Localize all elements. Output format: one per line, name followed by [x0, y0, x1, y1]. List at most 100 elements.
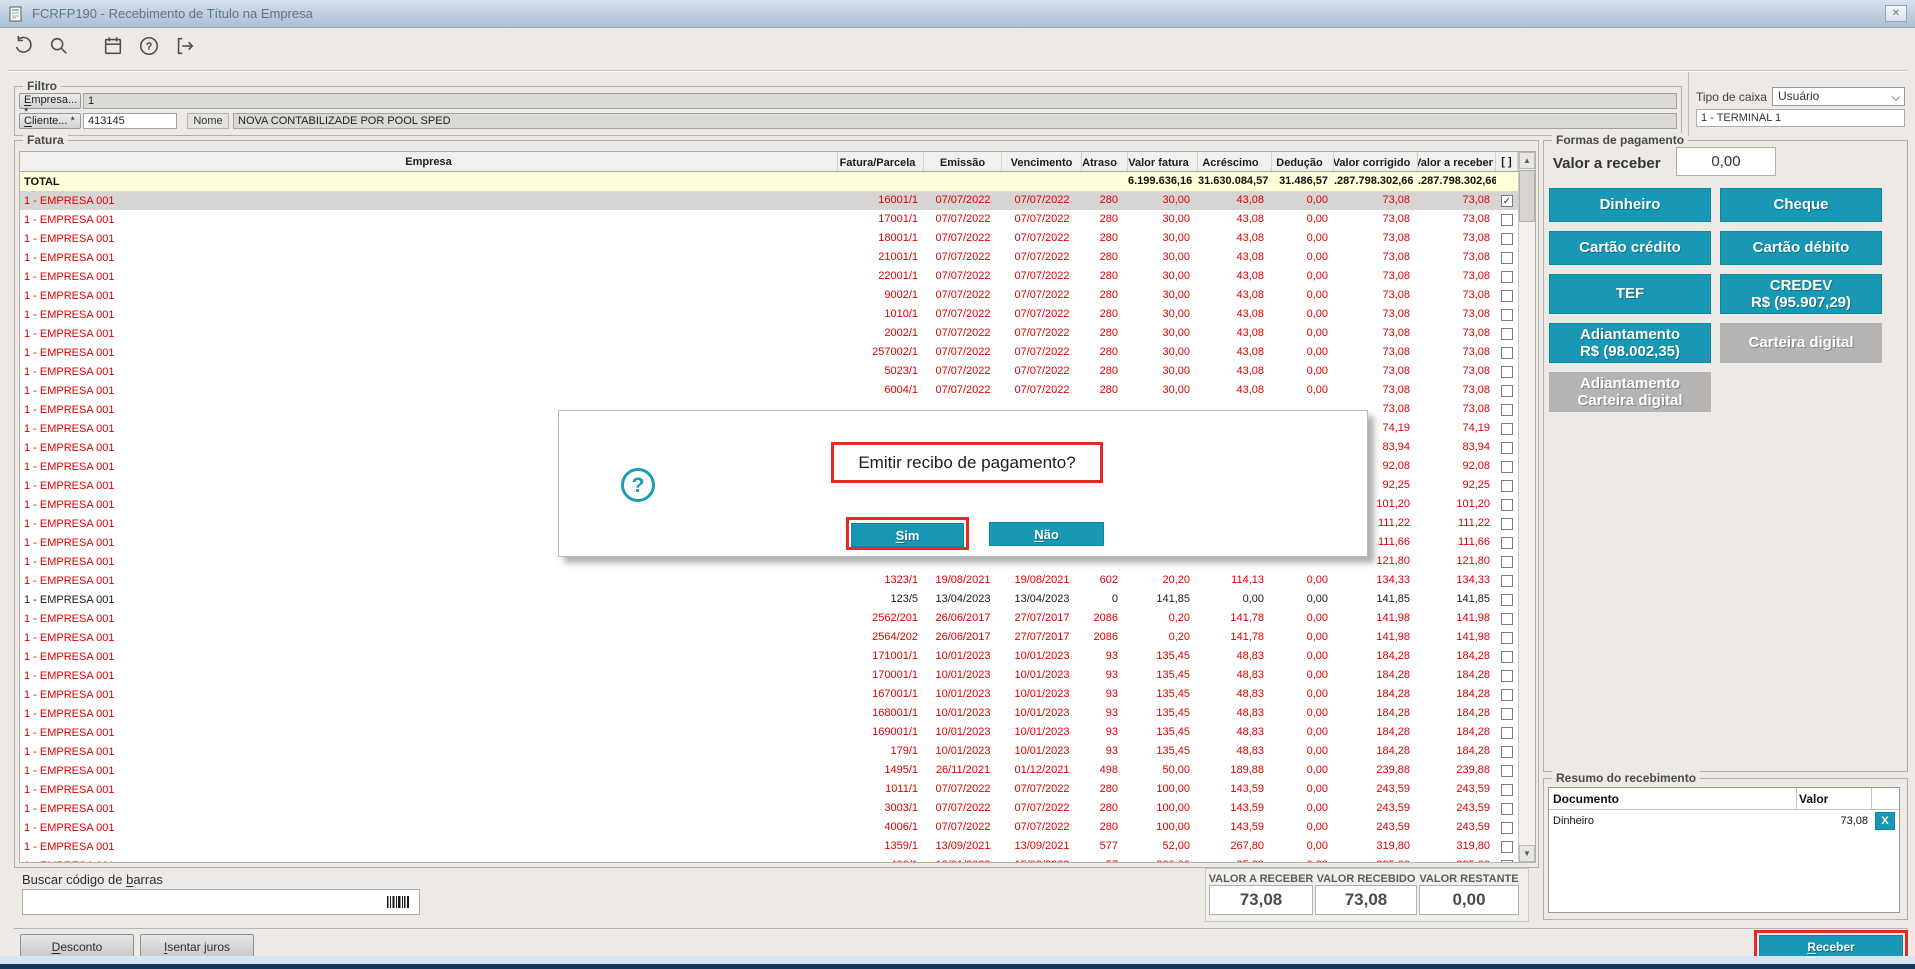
row-checkbox[interactable]: [1501, 745, 1513, 758]
sim-button[interactable]: Sim: [851, 523, 964, 547]
row-checkbox[interactable]: [1501, 707, 1513, 720]
empresa-button[interactable]: Empresa... *: [19, 93, 81, 118]
receber-button[interactable]: Receber: [1759, 935, 1903, 958]
row-checkbox[interactable]: [1501, 859, 1513, 862]
table-row[interactable]: 1 - EMPRESA 001 5023/1 07/07/2022 07/07/202…: [20, 362, 1518, 381]
scroll-down-icon[interactable]: ▼: [1519, 845, 1535, 862]
row-checkbox[interactable]: [1501, 327, 1513, 340]
table-row[interactable]: 1 - EMPRESA 001 168001/1 10/01/2023 10/01/2…: [20, 704, 1518, 723]
table-row[interactable]: 1 - EMPRESA 001 22001/1 07/07/2022 07/07/20…: [20, 267, 1518, 286]
column-header[interactable]: Vencimento: [1002, 152, 1082, 171]
row-checkbox[interactable]: [1501, 403, 1513, 416]
adiantamento-button[interactable]: Adiantamento R$ (98.002,35): [1549, 323, 1711, 363]
help-icon[interactable]: ?: [136, 33, 162, 59]
column-header[interactable]: Fatura/Parcela: [838, 152, 924, 171]
table-row[interactable]: 1 - EMPRESA 001 179/1 10/01/2023 10/01/2023…: [20, 742, 1518, 761]
row-checkbox[interactable]: [1501, 384, 1513, 397]
barcode-input[interactable]: [22, 889, 420, 915]
column-header[interactable]: Valor fatura: [1128, 152, 1198, 171]
column-header[interactable]: Valor corrigido: [1334, 152, 1418, 171]
row-checkbox[interactable]: [1501, 726, 1513, 739]
row-checkbox[interactable]: [1501, 764, 1513, 777]
cliente-field[interactable]: 413145: [83, 113, 177, 129]
table-row[interactable]: 1 - EMPRESA 001 257002/1 07/07/2022 07/07/2…: [20, 343, 1518, 362]
row-checkbox[interactable]: [1501, 517, 1513, 530]
row-checkbox[interactable]: [1501, 270, 1513, 283]
scrollbar-thumb[interactable]: [1519, 170, 1535, 222]
row-checkbox[interactable]: [1501, 498, 1513, 511]
row-checkbox[interactable]: [1501, 346, 1513, 359]
table-row[interactable]: 1 - EMPRESA 001 171001/1 10/01/2023 10/01/2…: [20, 647, 1518, 666]
table-row[interactable]: 1 - EMPRESA 001 1359/1 13/09/2021 13/09/202…: [20, 837, 1518, 856]
table-row[interactable]: 1 - EMPRESA 001 167001/1 10/01/2023 10/01/2…: [20, 685, 1518, 704]
row-checkbox[interactable]: [1501, 365, 1513, 378]
table-row[interactable]: 1 - EMPRESA 001 21001/1 07/07/2022 07/07/20…: [20, 248, 1518, 267]
nao-button[interactable]: Não: [989, 522, 1104, 546]
table-row[interactable]: 1 - EMPRESA 001 1010/1 07/07/2022 07/07/202…: [20, 305, 1518, 324]
table-row[interactable]: 1 - EMPRESA 001 169001/1 10/01/2023 10/01/2…: [20, 723, 1518, 742]
table-row[interactable]: 1 - EMPRESA 001 6004/1 07/07/2022 07/07/202…: [20, 381, 1518, 400]
table-row[interactable]: 1 - EMPRESA 001400/110/01/202315/02/2023…: [20, 856, 1518, 862]
row-checkbox[interactable]: [1501, 536, 1513, 549]
row-checkbox[interactable]: [1501, 308, 1513, 321]
row-checkbox[interactable]: [1501, 650, 1513, 663]
table-scrollbar[interactable]: ▲ ▼: [1518, 152, 1535, 862]
row-checkbox[interactable]: [1501, 631, 1513, 644]
column-header[interactable]: Valor a receber: [1418, 152, 1496, 171]
cheque-button[interactable]: Cheque: [1720, 188, 1882, 222]
row-checkbox[interactable]: [1501, 593, 1513, 606]
row-checkbox[interactable]: [1501, 479, 1513, 492]
table-row[interactable]: 1 - EMPRESA 001 4006/1 07/07/2022 07/07/202…: [20, 818, 1518, 837]
row-checkbox[interactable]: [1501, 840, 1513, 853]
exit-icon[interactable]: [172, 33, 198, 59]
table-row[interactable]: 1 - EMPRESA 001 9002/1 07/07/2022 07/07/202…: [20, 286, 1518, 305]
row-checkbox[interactable]: [1501, 232, 1513, 245]
row-checkbox[interactable]: [1501, 688, 1513, 701]
credev-button[interactable]: CREDEV R$ (95.907,29): [1720, 274, 1882, 314]
cartao-debito-button[interactable]: Cartão débito: [1720, 231, 1882, 265]
column-header[interactable]: Atraso: [1082, 152, 1128, 171]
table-row[interactable]: 1 - EMPRESA 001 123/5 13/04/2023 13/04/2023…: [20, 590, 1518, 609]
row-checkbox[interactable]: [1501, 802, 1513, 815]
table-row[interactable]: 1 - EMPRESA 001 2562/201 26/06/2017 27/07/2…: [20, 609, 1518, 628]
tipo-caixa-select[interactable]: Usuário: [1772, 87, 1905, 106]
row-checkbox[interactable]: [1501, 422, 1513, 435]
row-checkbox[interactable]: [1501, 783, 1513, 796]
undo-icon[interactable]: [10, 33, 36, 59]
row-checkbox[interactable]: [1501, 460, 1513, 473]
column-header[interactable]: Emissão: [924, 152, 1002, 171]
table-row[interactable]: 1 - EMPRESA 001 1495/1 26/11/2021 01/12/202…: [20, 761, 1518, 780]
table-row[interactable]: 1 - EMPRESA 001 16001/1 07/07/2022 07/07/20…: [20, 191, 1518, 210]
close-icon[interactable]: ✕: [1885, 5, 1907, 22]
row-checkbox[interactable]: [1501, 612, 1513, 625]
scroll-up-icon[interactable]: ▲: [1519, 152, 1535, 169]
table-row[interactable]: 1 - EMPRESA 001 3003/1 07/07/2022 07/07/202…: [20, 799, 1518, 818]
table-row[interactable]: 1 - EMPRESA 001 2564/202 26/06/2017 27/07/2…: [20, 628, 1518, 647]
row-checkbox[interactable]: [1501, 289, 1513, 302]
search-icon[interactable]: [46, 33, 72, 59]
table-row[interactable]: 1 - EMPRESA 001 18001/1 07/07/2022 07/07/20…: [20, 229, 1518, 248]
table-row[interactable]: 1 - EMPRESA 001 17001/1 07/07/2022 07/07/20…: [20, 210, 1518, 229]
table-row[interactable]: 1 - EMPRESA 001 170001/1 10/01/2023 10/01/2…: [20, 666, 1518, 685]
column-header[interactable]: [ ]: [1496, 152, 1518, 171]
cartao-credito-button[interactable]: Cartão crédito: [1549, 231, 1711, 265]
row-checkbox[interactable]: [1501, 669, 1513, 682]
column-header[interactable]: Acréscimo: [1198, 152, 1272, 171]
tef-button[interactable]: TEF: [1549, 274, 1711, 314]
row-checkbox[interactable]: [1501, 441, 1513, 454]
table-row[interactable]: 1 - EMPRESA 001 1323/1 19/08/2021 19/08/202…: [20, 571, 1518, 590]
column-header[interactable]: Empresa: [20, 152, 838, 171]
calendar-icon[interactable]: [100, 33, 126, 59]
row-checkbox[interactable]: ✓: [1501, 194, 1513, 207]
valor-a-receber-input[interactable]: 0,00: [1676, 147, 1776, 176]
row-checkbox[interactable]: [1501, 251, 1513, 264]
row-checkbox[interactable]: [1501, 821, 1513, 834]
remove-payment-button[interactable]: X: [1875, 812, 1895, 830]
row-checkbox[interactable]: [1501, 574, 1513, 587]
dinheiro-button[interactable]: Dinheiro: [1549, 188, 1711, 222]
row-checkbox[interactable]: [1501, 555, 1513, 568]
table-row[interactable]: 1 - EMPRESA 001 2002/1 07/07/2022 07/07/202…: [20, 324, 1518, 343]
empresa-field[interactable]: 1: [83, 93, 1677, 109]
cliente-button[interactable]: Cliente... *: [19, 113, 81, 129]
row-checkbox[interactable]: [1501, 213, 1513, 226]
